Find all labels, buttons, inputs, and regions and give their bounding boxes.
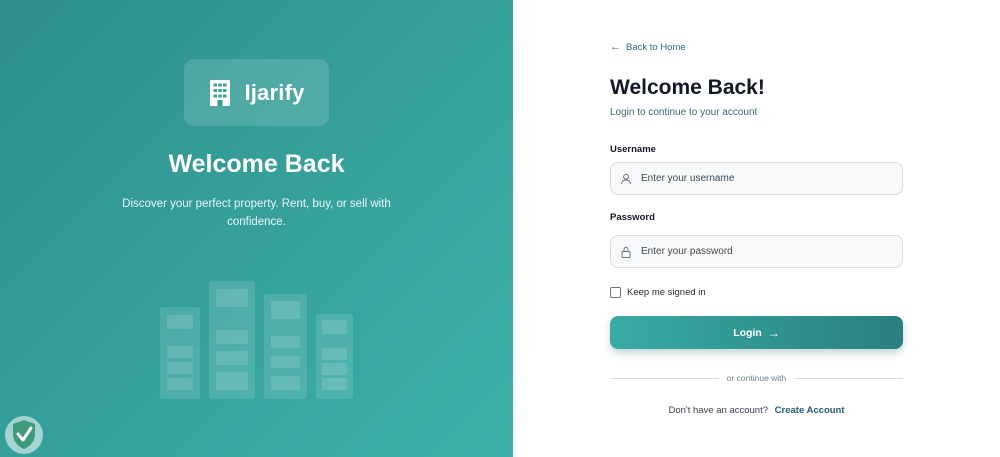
arrow-left-icon: ← bbox=[610, 41, 621, 53]
divider-line-left bbox=[610, 377, 719, 379]
page-subtitle: Login to continue to your account bbox=[610, 107, 758, 118]
username-field[interactable] bbox=[610, 162, 903, 195]
username-input[interactable] bbox=[641, 173, 881, 184]
divider: or continue with bbox=[610, 372, 904, 384]
login-panel: ← Back to Home Welcome Back! Login to co… bbox=[513, 0, 1000, 457]
hero-subtitle: Discover your perfect property. Rent, bu… bbox=[122, 198, 391, 228]
back-to-home-label: Back to Home bbox=[626, 42, 686, 53]
signup-prompt-text: Don't have an account? bbox=[668, 405, 769, 416]
username-label: Username bbox=[610, 144, 656, 155]
divider-text: or continue with bbox=[726, 373, 787, 383]
login-button[interactable]: Login → bbox=[610, 316, 903, 349]
lock-icon bbox=[621, 246, 631, 258]
user-icon bbox=[621, 173, 631, 184]
login-button-label: Login bbox=[733, 326, 762, 339]
back-to-home-link[interactable]: ← Back to Home bbox=[610, 41, 686, 54]
password-label: Password bbox=[610, 212, 655, 223]
password-field[interactable] bbox=[610, 235, 903, 268]
building-icon bbox=[210, 79, 231, 106]
hero-title: Welcome Back bbox=[168, 150, 345, 178]
shield-check-icon bbox=[5, 416, 43, 454]
hero-panel: Ijarify Welcome Back Discover your perfe… bbox=[0, 0, 513, 457]
keep-signed-in[interactable]: Keep me signed in bbox=[610, 287, 706, 298]
brand-name: Ijarify bbox=[244, 79, 305, 105]
keep-signed-in-label: Keep me signed in bbox=[627, 287, 706, 298]
divider-line-right bbox=[794, 377, 904, 379]
create-account-link[interactable]: Create Account bbox=[775, 405, 845, 416]
brand-logo: Ijarify bbox=[184, 59, 329, 126]
keep-signed-in-checkbox[interactable] bbox=[610, 287, 621, 298]
arrow-right-icon: → bbox=[767, 325, 780, 340]
password-input[interactable] bbox=[641, 246, 881, 257]
page-title: Welcome Back! bbox=[610, 76, 765, 99]
signup-prompt: Don't have an account? Create Account bbox=[610, 405, 903, 416]
